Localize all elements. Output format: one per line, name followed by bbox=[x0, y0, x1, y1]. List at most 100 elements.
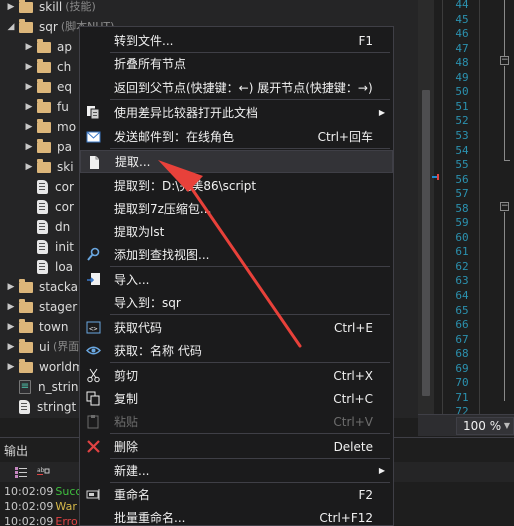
menu-item-shortcut: Ctrl+C bbox=[333, 391, 373, 406]
menu-item-batch-rename[interactable]: 批量重命名... Ctrl+F12 bbox=[80, 506, 393, 526]
menu-separator bbox=[110, 314, 390, 315]
folding-margin: − − bbox=[498, 0, 514, 414]
menu-item-extract-lst[interactable]: 提取为lst bbox=[80, 220, 393, 243]
line-number: 63 bbox=[455, 274, 469, 288]
line-number: 46 bbox=[455, 27, 469, 41]
menu-item-send-mail[interactable]: 发送邮件到：在线角色 Ctrl+回车 bbox=[80, 125, 393, 148]
menu-item-get-name-code[interactable]: 获取：名称 代码 bbox=[80, 339, 393, 362]
tree-item[interactable]: ▶ skill (技能) bbox=[6, 0, 96, 17]
zoom-select[interactable]: 100 % ▼ bbox=[456, 417, 514, 435]
chevron-right-icon[interactable]: ▶ bbox=[6, 0, 16, 17]
menu-item-shortcut: Ctrl+X bbox=[333, 368, 373, 383]
eye-icon bbox=[86, 343, 101, 358]
chevron-right-icon[interactable]: ▶ bbox=[24, 97, 34, 117]
menu-item-label: 发送邮件到：在线角色 bbox=[114, 130, 235, 144]
tree-item[interactable]: ▶ worldm bbox=[6, 357, 84, 377]
chevron-right-icon[interactable]: ▶ bbox=[6, 337, 16, 357]
tree-item-label: sqr bbox=[39, 20, 58, 34]
tree-item-label: mo bbox=[57, 120, 77, 134]
chevron-down-icon[interactable]: ◢ bbox=[6, 17, 16, 37]
filter-list-icon[interactable] bbox=[14, 465, 28, 479]
output-message: Erro bbox=[55, 515, 78, 526]
line-number: 58 bbox=[455, 201, 469, 215]
delete-icon bbox=[86, 439, 101, 454]
tree-item[interactable]: ▶ eq bbox=[24, 77, 72, 97]
chevron-right-icon[interactable]: ▶ bbox=[6, 297, 16, 317]
tree-item[interactable]: cor bbox=[24, 177, 74, 197]
tree-item[interactable]: cor bbox=[24, 197, 74, 217]
menu-item-add-view[interactable]: 添加到查找视图... bbox=[80, 243, 393, 266]
folder-icon bbox=[37, 138, 51, 153]
menu-item-label: 获取代码 bbox=[114, 321, 163, 335]
tree-item-label: stager bbox=[39, 300, 78, 314]
tree-item-label: init bbox=[55, 240, 74, 254]
chevron-right-icon[interactable]: ▶ bbox=[24, 137, 34, 157]
menu-item-collapse-all[interactable]: 折叠所有节点 bbox=[80, 52, 393, 75]
menu-item-shortcut: Ctrl+F12 bbox=[319, 510, 373, 525]
menu-item-import-to[interactable]: 导入到：sqr bbox=[80, 291, 393, 314]
output-line: 10:02:09 Erro bbox=[4, 514, 78, 526]
menu-item-rename[interactable]: 重命名 F2 bbox=[80, 483, 393, 506]
tree-vertical-scrollbar[interactable] bbox=[418, 0, 434, 414]
chevron-right-icon[interactable]: ▶ bbox=[6, 277, 16, 297]
chevron-right-icon[interactable]: ▶ bbox=[24, 117, 34, 137]
chevron-right-icon[interactable]: ▶ bbox=[6, 317, 16, 337]
fold-toggle-icon[interactable]: − bbox=[500, 202, 509, 211]
import-icon bbox=[86, 272, 101, 287]
tree-item[interactable]: stringt bbox=[6, 397, 76, 417]
chevron-right-icon[interactable]: ▶ bbox=[24, 77, 34, 97]
tree-item-sublabel: (界面 bbox=[52, 340, 80, 353]
tree-item-label: eq bbox=[57, 80, 72, 94]
tree-item[interactable]: ▶ stager bbox=[6, 297, 77, 317]
line-number: 56 bbox=[455, 172, 469, 186]
menu-item-import[interactable]: 导入... bbox=[80, 268, 393, 291]
tree-item[interactable]: init bbox=[24, 237, 74, 257]
script-file-icon bbox=[37, 240, 48, 254]
menu-item-goto-file[interactable]: 转到文件... F1 bbox=[80, 29, 393, 52]
tree-item[interactable]: dn bbox=[24, 217, 70, 237]
chevron-right-icon[interactable]: ▶ bbox=[24, 157, 34, 177]
chevron-right-icon[interactable]: ▶ bbox=[24, 57, 34, 77]
tree-item-label: pa bbox=[57, 140, 72, 154]
fold-guide bbox=[504, 212, 505, 401]
tree-item[interactable]: loa bbox=[24, 257, 73, 277]
tree-item[interactable]: ▶ ch bbox=[24, 57, 71, 77]
tree-item-label: ap bbox=[57, 40, 72, 54]
menu-item-shortcut: Delete bbox=[333, 439, 373, 454]
tree-item-label: loa bbox=[55, 260, 74, 274]
chevron-right-icon[interactable]: ▶ bbox=[6, 357, 16, 377]
menu-item-diff-open[interactable]: 使用差异比较器打开此文档 ▶ bbox=[80, 101, 393, 124]
word-wrap-icon[interactable]: ab bbox=[36, 465, 50, 479]
menu-item-cut[interactable]: 剪切 Ctrl+X bbox=[80, 364, 393, 387]
tree-item[interactable]: ▶ fu bbox=[24, 97, 69, 117]
tree-item[interactable]: ▶ mo bbox=[24, 117, 76, 137]
menu-item-label: 新建... bbox=[114, 464, 150, 478]
menu-item-label: 导入... bbox=[114, 273, 150, 287]
tree-item[interactable]: ▶ ski bbox=[24, 157, 74, 177]
menu-item-shortcut: Ctrl+V bbox=[333, 414, 373, 429]
menu-item-get-code[interactable]: <> 获取代码 Ctrl+E bbox=[80, 316, 393, 339]
menu-item-label: 提取到7z压缩包... bbox=[114, 202, 212, 216]
tree-item[interactable]: ▶ pa bbox=[24, 137, 72, 157]
fold-toggle-icon[interactable]: − bbox=[500, 56, 509, 65]
menu-item-extract[interactable]: 提取... bbox=[80, 150, 393, 173]
menu-item-back-parent[interactable]: 返回到父节点(快捷键：←) 展开节点(快捷键：→) bbox=[80, 76, 393, 99]
menu-separator bbox=[110, 266, 390, 267]
copy-icon bbox=[86, 391, 101, 406]
menu-item-new[interactable]: 新建... ▶ bbox=[80, 459, 393, 482]
menu-item-copy[interactable]: 复制 Ctrl+C bbox=[80, 387, 393, 410]
folder-icon bbox=[19, 298, 33, 313]
menu-item-extract-7z[interactable]: 提取到7z压缩包... bbox=[80, 197, 393, 220]
tree-item[interactable]: ▶ ui (界面 bbox=[6, 337, 79, 357]
line-number: 47 bbox=[455, 41, 469, 55]
menu-item-delete[interactable]: 删除 Delete bbox=[80, 435, 393, 458]
scrollbar-thumb[interactable] bbox=[422, 90, 430, 396]
tree-item[interactable]: ▶ town bbox=[6, 317, 68, 337]
line-number: 54 bbox=[455, 143, 469, 157]
tree-item[interactable]: ▶ ap bbox=[24, 37, 72, 57]
chevron-right-icon[interactable]: ▶ bbox=[24, 37, 34, 57]
tree-item[interactable]: ▶ stacka bbox=[6, 277, 78, 297]
menu-item-extract-to[interactable]: 提取到：D:\完美86\script bbox=[80, 174, 393, 197]
tree-item[interactable]: ≡ n_strin bbox=[6, 377, 78, 397]
line-number: 71 bbox=[455, 390, 469, 404]
